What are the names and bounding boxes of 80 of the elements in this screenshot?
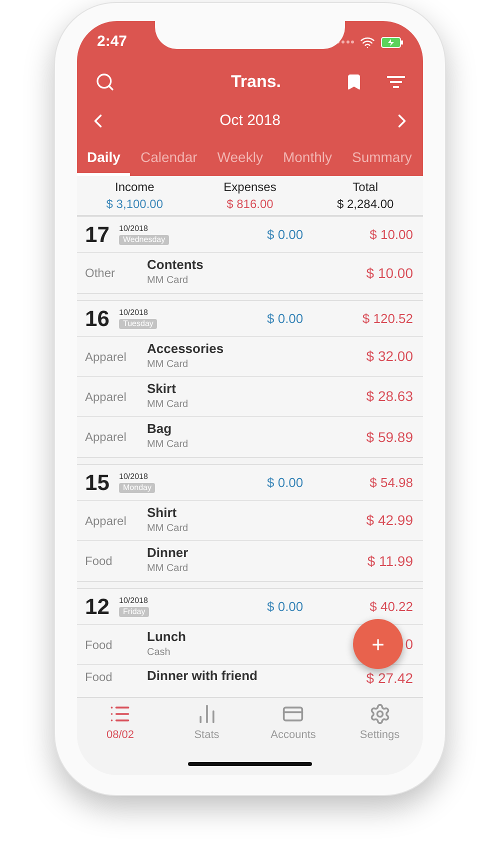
summary-label: Income [114, 178, 154, 196]
transaction-title: Accessories [147, 340, 224, 356]
transaction-amount: $ 10.00 [366, 264, 413, 282]
tab[interactable]: Summary [342, 141, 422, 176]
transaction-amount: $ 11.99 [367, 552, 413, 570]
day-income: $ 0.00 [267, 310, 304, 328]
day-number: 16 [85, 305, 110, 333]
transaction-amount: 0 [405, 635, 413, 654]
transaction-amount: $ 59.89 [366, 428, 413, 446]
transaction-amount: $ 42.99 [366, 511, 413, 530]
category-label: Apparel [85, 388, 128, 406]
account-label: MM Card [147, 358, 190, 372]
category-label: Food [85, 669, 114, 686]
category-label: Apparel [85, 512, 128, 530]
month-label: Oct 2018 [220, 110, 280, 131]
day-expense: $ 54.98 [368, 474, 413, 492]
transaction-row[interactable]: Apparel Accessories MM Card $ 32.00 [77, 337, 423, 377]
nav-tab[interactable]: 08/02 [77, 702, 164, 744]
weekday-badge: Tuesday [119, 319, 158, 329]
account-label: MM Card [147, 398, 188, 412]
transaction-row[interactable]: Apparel Skirt MM Card $ 28.63 [77, 377, 423, 417]
tab[interactable]: Monthly [272, 141, 342, 176]
nav-tab[interactable]: Accounts [250, 702, 336, 744]
transaction-title: Skirt [147, 380, 177, 396]
transaction-title: Contents [147, 257, 204, 273]
wifi-icon [360, 34, 375, 50]
nav-tab[interactable]: Stats [164, 702, 250, 744]
month-year: 10/2018 [119, 472, 149, 482]
weekday-badge: Monday [119, 483, 156, 493]
day-income: $ 0.00 [267, 474, 304, 492]
day-number: 15 [85, 469, 110, 497]
summary-value: $ 816.00 [226, 196, 274, 212]
filter-icon[interactable] [387, 75, 405, 89]
summary-label: Expenses [224, 178, 276, 196]
day-expense: $ 120.52 [361, 310, 413, 328]
account-label: MM Card [147, 522, 188, 536]
category-label: Apparel [85, 429, 128, 446]
account-label: MM Card [147, 562, 188, 576]
settings-icon [368, 702, 391, 725]
category-label: Other [85, 265, 116, 282]
transaction-title: Lunch [147, 628, 186, 644]
transaction-title: Dinner with friend [147, 668, 258, 684]
search-icon[interactable] [95, 72, 115, 92]
weekday-badge: Wednesday [119, 235, 170, 245]
transaction-title: Bag [147, 421, 173, 437]
transaction-title: Shirt [147, 504, 178, 520]
summary-label: Total [352, 178, 378, 196]
transaction-row[interactable]: Food Dinner MM Card $ 11.99 [77, 541, 423, 581]
nav-tab[interactable]: Settings [336, 702, 423, 744]
day-expense: $ 40.22 [368, 598, 413, 616]
month-year: 10/2018 [119, 308, 149, 318]
account-label: MM Card [147, 274, 190, 288]
month-year: 10/2018 [119, 224, 149, 234]
account-label: Cash [147, 646, 172, 660]
transaction-amount: $ 28.63 [366, 387, 413, 406]
tab[interactable]: Weekly [207, 141, 273, 176]
transaction-amount: $ 27.42 [366, 669, 413, 688]
transaction-title: Dinner [147, 545, 188, 561]
tab[interactable]: Calendar [130, 141, 208, 176]
summary-value: $ 3,100.00 [106, 196, 164, 212]
day-number: 12 [85, 593, 110, 621]
day-expense: $ 10.00 [368, 226, 413, 244]
status-time: 2:47 [97, 32, 128, 52]
screen-title: Trans. [230, 71, 282, 94]
battery-icon [381, 36, 403, 48]
transaction-row[interactable]: Apparel Shirt MM Card $ 42.99 [77, 501, 423, 541]
transaction-row[interactable]: Apparel Bag MM Card $ 59.89 [77, 417, 423, 457]
category-label: Food [85, 553, 114, 570]
weekday-badge: Friday [119, 607, 150, 617]
category-label: Food [85, 636, 114, 654]
day-income: $ 0.00 [267, 226, 304, 244]
day-income: $ 0.00 [267, 598, 304, 616]
month-year: 10/2018 [119, 596, 149, 606]
bookmark-icon[interactable] [345, 73, 363, 91]
transaction-row[interactable]: Other Contents MM Card $ 10.00 [77, 253, 423, 293]
account-label: MM Card [147, 438, 188, 452]
transaction-amount: $ 32.00 [366, 347, 413, 366]
summary-value: $ 2,284.00 [336, 196, 394, 212]
day-number: 17 [85, 221, 110, 249]
category-label: Apparel [85, 348, 128, 366]
